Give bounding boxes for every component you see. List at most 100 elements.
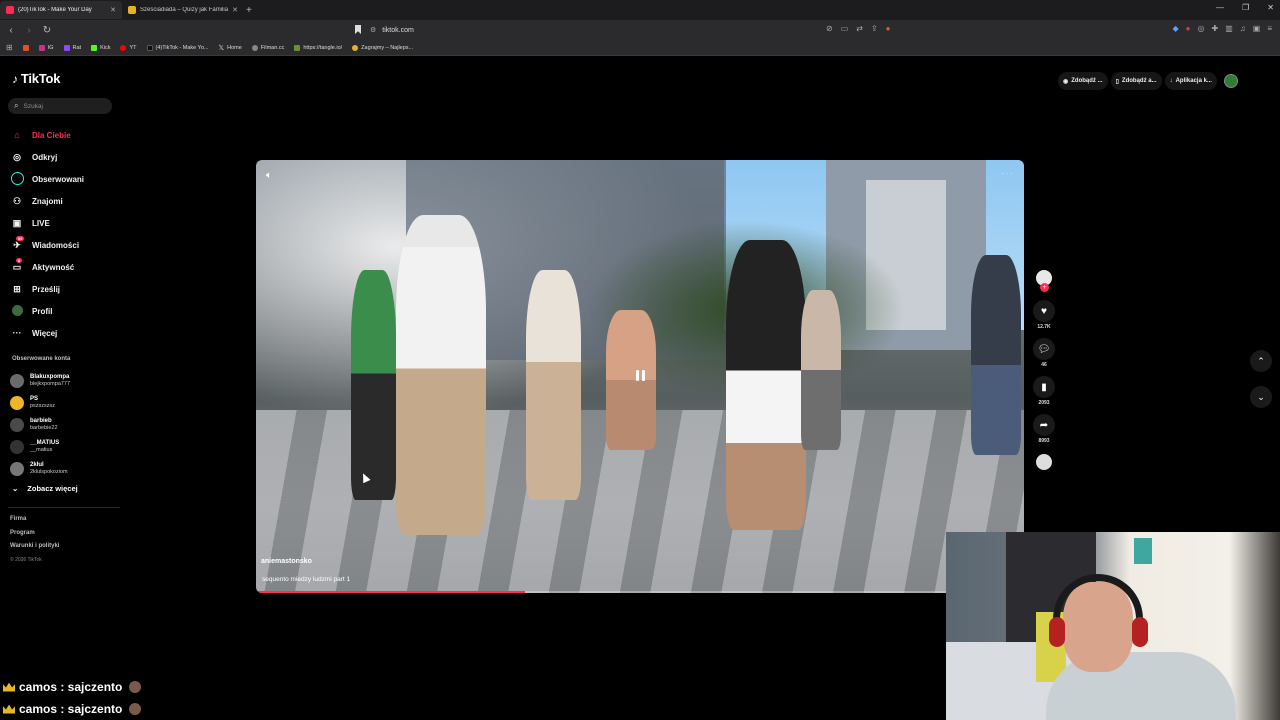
sidebar-item-for-you[interactable]: ⌂ Dla Ciebie	[11, 124, 121, 146]
save-count: 2093	[1038, 400, 1050, 406]
close-tab-icon[interactable]: ✕	[232, 6, 238, 14]
creator-avatar[interactable]: +	[1036, 270, 1052, 292]
see-more-button[interactable]: ⌄ Zobacz więcej	[12, 484, 78, 493]
bookmark-page-icon[interactable]	[355, 25, 361, 34]
sidebar-item-more[interactable]: ··· Więcej	[11, 322, 121, 344]
forward-icon[interactable]: ›	[22, 25, 36, 36]
sidebar-item-label: Obserwowani	[32, 174, 85, 184]
comment-icon[interactable]: 💬︎	[1033, 338, 1055, 360]
no-tracking-icon[interactable]: ⊘	[826, 24, 833, 33]
phone-icon: ▯	[1115, 78, 1119, 85]
menu-icon[interactable]: ≡	[1267, 24, 1272, 33]
sidebar-item-live[interactable]: ▣ LIVE	[11, 212, 121, 234]
heart-icon[interactable]: ♥	[1033, 300, 1055, 322]
sidebar-item-profile[interactable]: Profil	[11, 300, 121, 322]
bookmark-item[interactable]: Rat	[63, 44, 81, 51]
reload-icon[interactable]: ↻	[40, 25, 54, 36]
share-action[interactable]: ➦ 8993	[1033, 414, 1055, 444]
tab-tiktok[interactable]: (20)TikTok - Make Your Day ✕	[0, 1, 122, 19]
volume-icon[interactable]: 🔈︎	[266, 170, 272, 181]
media-icon[interactable]: ♫	[1240, 24, 1246, 33]
copyright: © 2026 TikTok	[10, 556, 42, 563]
close-tab-icon[interactable]: ✕	[110, 6, 116, 14]
cast-icon[interactable]: ▭	[841, 24, 849, 33]
bookmark-item[interactable]: Filman.cc	[251, 44, 284, 51]
sidebar-item-upload[interactable]: ⊞ Prześlij	[11, 278, 121, 300]
wallet-icon[interactable]: ▣	[1253, 24, 1261, 33]
user-avatar[interactable]	[1223, 74, 1238, 88]
tangle-icon	[294, 44, 301, 51]
account-handle: blejkxpompa777	[30, 381, 71, 387]
bookmark-item[interactable]: IG	[38, 44, 54, 51]
share-icon[interactable]: ⇪	[871, 24, 878, 33]
sidebar-item-friends[interactable]: ⚇ Znajomi	[11, 190, 121, 212]
sidebar-item-following[interactable]: Obserwowani	[11, 168, 121, 190]
bookmark-item[interactable]: https://tangle.io/	[294, 44, 342, 51]
shield-icon[interactable]: ●	[886, 24, 891, 33]
new-tab-icon[interactable]: +	[246, 5, 252, 16]
share-arrow-icon[interactable]: ➦	[1033, 414, 1055, 436]
puzzle-icon[interactable]: ✚	[1212, 24, 1219, 33]
like-action[interactable]: ♥ 12.7K	[1033, 300, 1055, 330]
sidebar-item-messages[interactable]: ✈ 99 Wiadomości	[11, 234, 121, 256]
record-icon[interactable]: ●	[1186, 24, 1191, 33]
previous-video-button[interactable]: ⌃	[1250, 350, 1272, 372]
maximize-icon[interactable]: ❐	[1242, 3, 1249, 12]
bookmark-label: IG	[47, 44, 54, 51]
bookmark-item[interactable]	[22, 44, 29, 51]
music-disc-icon[interactable]	[1036, 454, 1052, 470]
pause-icon[interactable]	[633, 370, 647, 384]
bookmark-item[interactable]: YT	[120, 44, 137, 51]
follow-plus-icon[interactable]: +	[1040, 283, 1049, 292]
list-item[interactable]: PS pszszszsz	[10, 392, 120, 414]
bookmarks-bar: ⊞ IG Rat Kick YT (4)TikTok - Make Yo... …	[0, 40, 1280, 56]
comment-action[interactable]: 💬︎ 46	[1033, 338, 1055, 368]
site-info-icon[interactable]: ⚙	[370, 26, 376, 34]
translate-icon[interactable]: ⇄	[856, 24, 863, 33]
desktop-app-button[interactable]: ↓ Aplikacja k...	[1164, 72, 1217, 90]
save-action[interactable]: ▮ 2093	[1033, 376, 1055, 406]
tab-title: (20)TikTok - Make Your Day	[18, 7, 92, 13]
video-frame-person	[726, 240, 806, 530]
crown-icon	[3, 682, 15, 692]
get-coins-button[interactable]: ◉ Zdobądź ...	[1058, 72, 1108, 90]
tiktok-logo[interactable]: ♪ TikTok	[12, 71, 61, 86]
list-item[interactable]: __MATIUS __matius	[10, 436, 120, 458]
bookmark-item[interactable]: 𝕏 Home	[218, 44, 241, 52]
webcam-overlay	[946, 532, 1280, 720]
close-window-icon[interactable]: ✕	[1267, 3, 1274, 12]
sidebar-icon[interactable]: ▥	[1225, 24, 1233, 33]
bookmark-item[interactable]: Kick	[91, 44, 110, 51]
footer-link-terms[interactable]: Warunki i polityki	[10, 543, 59, 557]
account-name: __MATIUS	[30, 440, 60, 446]
tab-quiz[interactable]: Sześciadiada – Quizy jak Familiada! G ✕	[122, 1, 244, 19]
back-icon[interactable]: ‹	[4, 25, 18, 36]
list-item[interactable]: 2kłul 2klulspokoziom	[10, 458, 120, 480]
more-options-icon[interactable]: ···	[1001, 168, 1014, 179]
search-input[interactable]: ⌕ Szukaj	[8, 98, 112, 114]
sidebar-item-activity[interactable]: ▭ 8 Aktywność	[11, 256, 121, 278]
minimize-icon[interactable]: —	[1216, 3, 1224, 12]
like-count: 12.7K	[1037, 324, 1051, 330]
video-progress-bar[interactable]	[256, 591, 1024, 593]
following-accounts-title: Obserwowane konta	[12, 356, 71, 362]
apps-grid-icon[interactable]: ⊞	[6, 43, 13, 52]
video-description: sequento miedzy ludzmi part 1	[262, 576, 351, 583]
next-video-button[interactable]: ⌄	[1250, 386, 1272, 408]
bookmark-icon[interactable]: ▮	[1033, 376, 1055, 398]
list-item[interactable]: barbieb barbebie22	[10, 414, 120, 436]
account-handle: 2klulspokoziom	[30, 469, 68, 475]
footer-link-program[interactable]: Program	[10, 530, 59, 544]
extension-icon[interactable]: ◎	[1198, 24, 1205, 33]
footer-link-company[interactable]: Firma	[10, 516, 59, 530]
bookmark-item[interactable]: Zagrajmy – Najleps...	[352, 44, 413, 51]
list-item[interactable]: Blakuxpompa blejkxpompa777	[10, 370, 120, 392]
video-author[interactable]: aniemastonsko	[261, 558, 312, 565]
webcam-headset	[1049, 617, 1065, 647]
get-app-button[interactable]: ▯ Zdobądź a...	[1110, 72, 1162, 90]
video-player[interactable]: 🔈︎ ··· aniemastonsko sequento miedzy lud…	[256, 160, 1024, 593]
chevron-down-icon: ⌄	[12, 484, 19, 493]
extension-icon[interactable]: ◆	[1173, 24, 1179, 33]
bookmark-item[interactable]: (4)TikTok - Make Yo...	[146, 44, 208, 51]
sidebar-item-explore[interactable]: ◎ Odkryj	[11, 146, 121, 168]
